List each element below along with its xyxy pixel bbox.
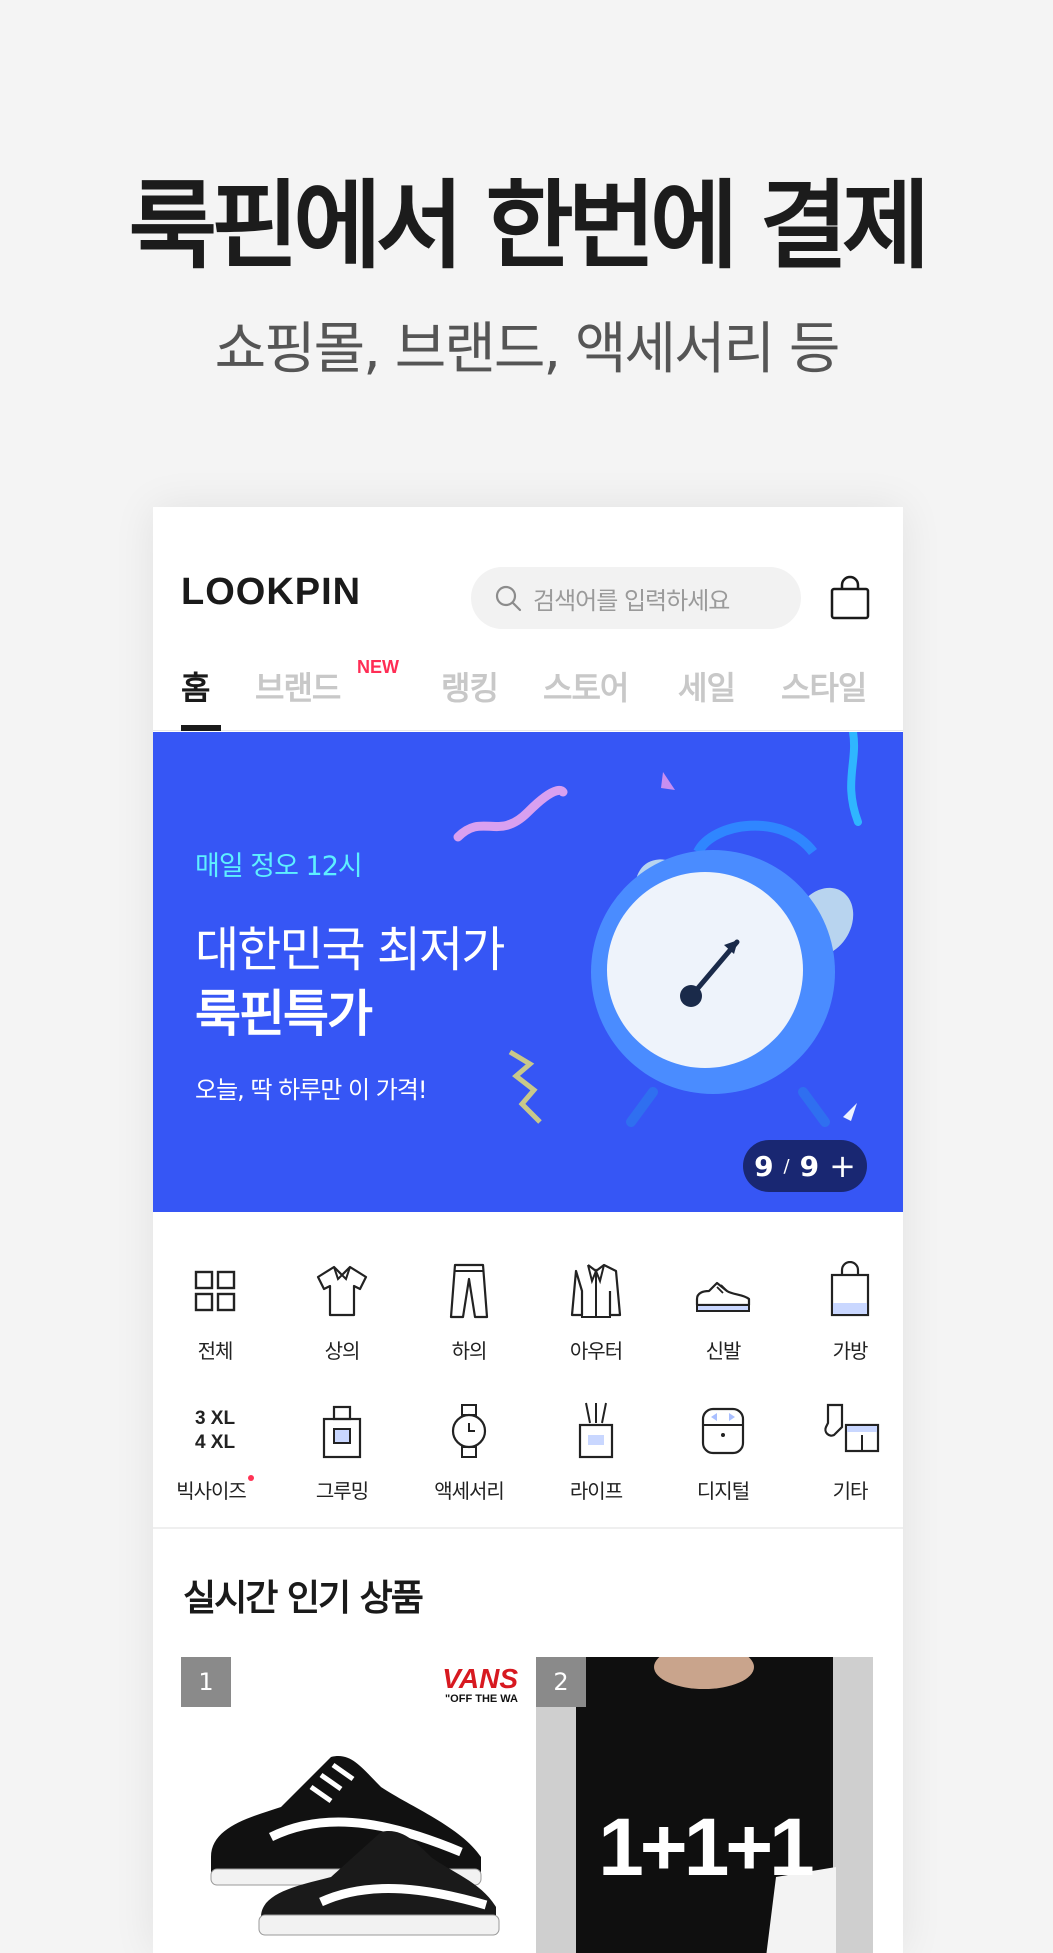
banner-headline: 대한민국 최저가 (195, 922, 505, 978)
category-all[interactable]: 전체 (160, 1261, 270, 1364)
promo-banner[interactable]: 매일 정오 12시 대한민국 최저가 룩핀특가 오늘, 딱 하루만 이 가격! … (153, 732, 903, 1212)
shirt-icon (316, 1265, 368, 1317)
bigsize-icon-line1: 3 XL (194, 1408, 236, 1429)
category-label: 라이프 (569, 1479, 623, 1503)
search-bar[interactable]: 검색어를 입력하세요 (471, 567, 801, 629)
product-promo-overlay: 1+1+1 (598, 1802, 815, 1893)
banner-description: 오늘, 딱 하루만 이 가격! (195, 1076, 427, 1104)
pager-total: 9 (799, 1149, 820, 1183)
pager-current: 9 (754, 1149, 774, 1183)
category-grooming[interactable]: 그루밍 (287, 1401, 397, 1504)
category-bigsize[interactable]: 3 XL 4 XL 빅사이즈 (160, 1401, 270, 1504)
app-logo[interactable]: LOOKPIN (181, 571, 361, 614)
category-label-bigsize: 빅사이즈 (160, 1475, 270, 1504)
earbuds-icon (701, 1407, 745, 1455)
pager-separator: / (783, 1155, 790, 1177)
tab-home[interactable]: 홈 (181, 663, 210, 709)
banner-pager[interactable]: 9 / 9 + (743, 1140, 867, 1192)
bigsize-icon-line2: 4 XL (194, 1432, 236, 1453)
category-label: 디지털 (696, 1479, 750, 1503)
category-label: 가방 (832, 1339, 869, 1363)
category-label: 그루밍 (315, 1479, 369, 1503)
category-shoes[interactable]: 신발 (668, 1261, 778, 1364)
search-icon (495, 585, 522, 612)
diffuser-icon (578, 1402, 614, 1459)
tab-active-indicator (181, 725, 221, 731)
banner-headline-bold: 룩핀특가 (195, 985, 373, 1043)
category-etc[interactable]: 기타 (795, 1401, 903, 1504)
category-label: 아우터 (569, 1339, 623, 1363)
jacket-icon (570, 1263, 622, 1318)
category-digital[interactable]: 디지털 (668, 1401, 778, 1504)
bigsize-icon: 3 XL 4 XL (185, 1401, 245, 1461)
tab-style[interactable]: 스타일 (781, 663, 867, 709)
rank-badge: 2 (536, 1657, 586, 1707)
rank-badge: 1 (181, 1657, 231, 1707)
bag-icon (830, 1261, 870, 1317)
category-tops[interactable]: 상의 (287, 1261, 397, 1364)
category-life[interactable]: 라이프 (541, 1401, 651, 1504)
tab-sale[interactable]: 세일 (678, 663, 736, 709)
product-card[interactable]: 1 VANS "OFF THE WA (181, 1657, 518, 1953)
watch-icon (451, 1404, 487, 1458)
tab-ranking[interactable]: 랭킹 (441, 663, 499, 709)
category-label: 신발 (705, 1339, 742, 1363)
tab-brand[interactable]: 브랜드 (255, 663, 341, 709)
category-bags[interactable]: 가방 (795, 1261, 903, 1364)
hero-title: 룩핀에서 한번에 결제 (128, 170, 931, 282)
main-tabs: 홈 브랜드 NEW 랭킹 스토어 세일 스타일 (153, 657, 903, 731)
new-dot (247, 1475, 254, 1481)
category-label: 액세서리 (434, 1479, 505, 1503)
socks-icon (824, 1403, 880, 1453)
tab-store[interactable]: 스토어 (543, 663, 629, 709)
app-screen: LOOKPIN 검색어를 입력하세요 홈 브랜드 NEW 랭킹 스토어 세일 스… (153, 507, 903, 1953)
app-header: LOOKPIN 검색어를 입력하세요 (153, 557, 903, 637)
product-card[interactable]: 2 1+1+1 (536, 1657, 873, 1953)
category-label: 전체 (197, 1339, 234, 1363)
sneaker-icon (695, 1281, 751, 1312)
sneaker-product-image (210, 1756, 500, 1936)
category-label: 빅사이즈 (176, 1479, 247, 1503)
plus-icon: + (829, 1147, 856, 1185)
new-badge: NEW (357, 657, 399, 677)
grid-icon (194, 1270, 236, 1312)
section-title: 실시간 인기 상품 (183, 1578, 424, 1619)
search-placeholder: 검색어를 입력하세요 (533, 586, 730, 615)
pants-icon (449, 1263, 489, 1319)
category-bottoms[interactable]: 하의 (414, 1261, 524, 1364)
grooming-icon (322, 1405, 362, 1459)
category-outer[interactable]: 아우터 (541, 1261, 651, 1364)
banner-eyebrow: 매일 정오 12시 (195, 851, 363, 882)
category-accessories[interactable]: 액세서리 (414, 1401, 524, 1504)
hero-subtitle: 쇼핑몰, 브랜드, 액세서리 등 (214, 317, 841, 382)
section-divider (153, 1527, 903, 1529)
category-label: 기타 (832, 1479, 869, 1503)
category-label: 하의 (451, 1339, 488, 1363)
shopping-bag-icon[interactable] (828, 575, 872, 621)
category-label: 상의 (324, 1339, 361, 1363)
